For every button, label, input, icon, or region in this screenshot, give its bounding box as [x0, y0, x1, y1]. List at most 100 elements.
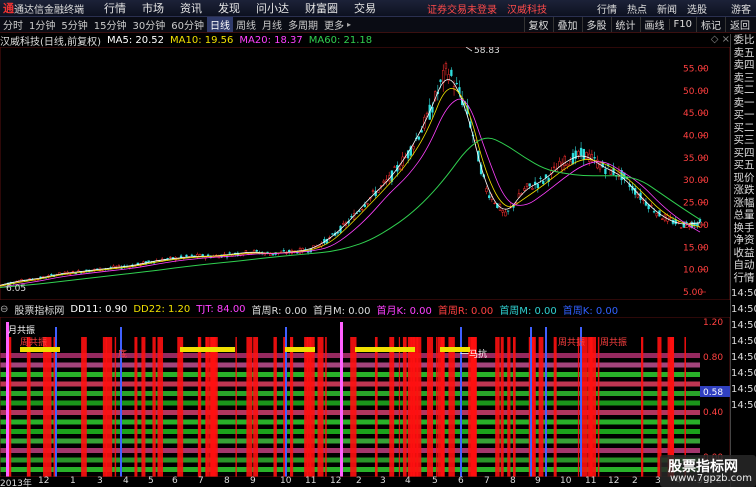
label-week-resonance-2: 周共振	[558, 338, 586, 348]
sidebar-field: 卖一	[733, 96, 755, 109]
indicator-signal-bar	[290, 337, 294, 477]
sidebar-field: 买二	[733, 121, 755, 134]
tool-draw-button[interactable]: 画线	[639, 17, 669, 32]
indicator-signal-bar	[205, 337, 210, 477]
sidebar-field: 现价	[733, 171, 755, 184]
menu-item-news[interactable]: 资讯	[172, 0, 210, 16]
date-tick: 8	[224, 476, 230, 486]
tool-f10-button[interactable]: F10	[668, 19, 696, 30]
indicator-toggle-icon[interactable]: ⊖	[0, 304, 8, 315]
menu-right-select[interactable]: 选股	[682, 1, 712, 16]
candle-body	[536, 183, 539, 189]
low-price-label: 6.05	[6, 284, 26, 294]
candle-body	[342, 223, 345, 225]
ma-line-ma5	[0, 79, 701, 286]
period-5min[interactable]: 5分钟	[58, 17, 90, 32]
indicator-axis-label: 0.80	[703, 353, 723, 363]
tick-time: 14:50	[731, 336, 756, 347]
period-multi[interactable]: 多周期	[285, 17, 321, 32]
panel-expand-icon[interactable]: ◇ ×	[711, 34, 730, 45]
sidebar-field: 买四	[733, 146, 755, 159]
candle-body	[582, 148, 585, 160]
menu-right-news[interactable]: 新闻	[652, 1, 682, 16]
date-tick: 10	[280, 476, 292, 486]
menu-item-discover[interactable]: 发现	[210, 0, 248, 16]
period-toolbar: 分时 1分钟 5分钟 15分钟 30分钟 60分钟 日线 周线 月线 多周期 更…	[0, 17, 756, 33]
period-monthly[interactable]: 月线	[259, 17, 285, 32]
menu-item-quotes[interactable]: 行情	[96, 0, 134, 16]
ma-line-ma20	[0, 98, 701, 288]
period-1min[interactable]: 1分钟	[26, 17, 58, 32]
period-tick[interactable]: 分时	[0, 17, 26, 32]
date-tick: 7	[198, 476, 204, 486]
candle-body	[531, 187, 534, 190]
guest-user[interactable]: 游客	[726, 1, 756, 16]
candle-body	[282, 250, 285, 252]
app-logo-icon: 通	[3, 2, 14, 15]
week-m-value: 首周M: 0.00	[499, 306, 557, 317]
indicator-signal-bar	[45, 337, 52, 477]
period-weekly[interactable]: 周线	[233, 17, 259, 32]
indicator-signal-bar	[507, 337, 511, 477]
menu-right-hot[interactable]: 热点	[622, 1, 652, 16]
candle-body	[350, 216, 353, 218]
tool-back-button[interactable]: 返回	[725, 17, 754, 32]
ma20-value: MA20: 18.37	[239, 35, 303, 46]
period-60min[interactable]: 60分钟	[168, 17, 207, 32]
candle-body	[442, 70, 445, 83]
menu-right-quotes[interactable]: 行情	[592, 1, 622, 16]
candle-body	[504, 211, 507, 217]
period-daily[interactable]: 日线	[206, 17, 233, 32]
indicator-signal-bar	[246, 337, 253, 477]
login-status[interactable]: 证券交易未登录	[422, 1, 502, 16]
indicator-signal-bar	[198, 337, 200, 477]
date-tick: 12	[330, 476, 342, 486]
date-tick: 11	[585, 476, 597, 486]
label-week-resonance-3: 周共振	[600, 338, 628, 348]
sidebar-field[interactable]: 自动	[731, 259, 756, 272]
candle-body	[506, 210, 510, 212]
price-axis-label: 50.00	[683, 87, 709, 97]
indicator-signal-bar	[587, 337, 593, 477]
ma-line-ma10	[0, 88, 701, 287]
candle-body	[652, 211, 656, 213]
menu-item-market[interactable]: 市场	[134, 0, 172, 16]
tool-overlay-button[interactable]: 叠加	[552, 17, 582, 32]
candle-body	[50, 274, 53, 276]
tool-multi-stock-button[interactable]: 多股	[581, 17, 611, 32]
indicator-signal-bar	[553, 337, 557, 477]
candle-body	[244, 250, 248, 253]
price-axis-label: 30.00	[683, 176, 709, 186]
date-tick: 12	[38, 476, 50, 486]
period-30min[interactable]: 30分钟	[129, 17, 168, 32]
period-more[interactable]: 更多	[321, 17, 347, 32]
menu-item-ask[interactable]: 问小达	[248, 0, 297, 16]
sidebar-field[interactable]: 行情	[731, 272, 756, 285]
candle-body	[450, 69, 453, 76]
candle-body	[169, 256, 172, 258]
candle-body	[363, 204, 367, 208]
tool-mark-button[interactable]: 标记	[696, 17, 725, 32]
candle-body	[398, 168, 402, 170]
period-15min[interactable]: 15分钟	[91, 17, 130, 32]
tool-adjust-button[interactable]: 复权	[523, 17, 553, 32]
candle-body	[271, 254, 275, 256]
indicator-signal-bar	[253, 337, 259, 477]
high-price-label: 58.83	[474, 47, 500, 56]
indicator-signal-bar	[309, 337, 315, 477]
price-axis-label: 15.00	[683, 243, 709, 253]
menu-item-wealth[interactable]: 财富圈	[297, 0, 346, 16]
candle-body	[542, 180, 545, 184]
period-more-chevron-icon[interactable]: ▸	[347, 20, 351, 29]
sidebar-field: 卖四	[733, 59, 755, 71]
menu-item-trade[interactable]: 交易	[346, 0, 384, 16]
date-tick: 2	[632, 476, 638, 486]
indicator-signal-bar	[114, 337, 117, 477]
sidebar-field: 换手	[733, 221, 755, 234]
indicator-name[interactable]: 股票指标网	[14, 302, 64, 317]
price-chart[interactable]: 55.0050.0045.0040.0035.0030.0025.0020.00…	[0, 47, 730, 300]
tool-stats-button[interactable]: 统计	[610, 17, 640, 32]
date-tick: 12	[608, 476, 620, 486]
date-tick: 3	[380, 476, 386, 486]
menu-bar: 通 通达信金融终端 行情 市场 资讯 发现 问小达 财富圈 交易 证券交易未登录…	[0, 0, 756, 17]
